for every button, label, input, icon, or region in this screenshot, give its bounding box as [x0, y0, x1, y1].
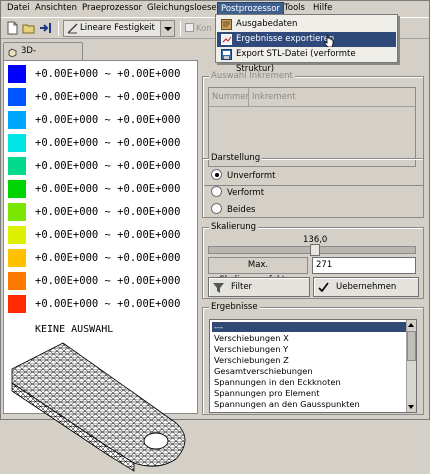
3d-viewport[interactable]: +0.00E+000 ~ +0.00E+000 +0.00E+000 ~ +0.0… [3, 60, 198, 472]
radio-verformt[interactable]: Verformt [211, 186, 264, 200]
legend-range-text: +0.00E+000 ~ +0.00E+000 [35, 91, 181, 103]
scroll-up-icon[interactable] [407, 320, 416, 330]
filter-button[interactable]: Filter [208, 277, 310, 297]
legend-color-swatch [8, 295, 26, 313]
legend-color-swatch [8, 203, 26, 221]
legend-range-text: +0.00E+000 ~ +0.00E+000 [35, 275, 181, 287]
analysis-type-value: Lineare Festigkeit [80, 23, 155, 33]
menu-item-label: Ergebnisse exportieren [236, 34, 335, 44]
legend-range-text: +0.00E+000 ~ +0.00E+000 [35, 114, 181, 126]
darstellung-group: Darstellung Unverformt Verformt Beides [202, 153, 424, 218]
list-item[interactable]: Spannungen in den Eckknoten [212, 377, 408, 387]
legend-color-swatch [8, 272, 26, 290]
group-title: Skalierung [209, 222, 258, 232]
legend-color-swatch [8, 88, 26, 106]
kontakt-label: Kon [196, 24, 212, 34]
max-scale-label: Max. Skalierungsfaktor: [208, 257, 308, 285]
results-scrollbar[interactable] [406, 320, 416, 412]
legend-color-swatch [8, 65, 26, 83]
legend-range-text: +0.00E+000 ~ +0.00E+000 [35, 298, 181, 310]
analysis-icon [67, 23, 78, 34]
export-results-icon [221, 34, 232, 45]
menu-gleichungsloeser[interactable]: Gleichungsloeser [144, 2, 223, 15]
list-item[interactable]: Verschiebungen Y [212, 344, 408, 354]
legend-color-swatch [8, 157, 26, 175]
max-scale-input[interactable]: 271 [312, 257, 416, 274]
scrollbar-thumb[interactable] [407, 331, 416, 361]
legend-color-swatch [8, 226, 26, 244]
column-header-nummer[interactable]: Nummer [209, 88, 249, 107]
uebernehmen-button[interactable]: Uebernehmen [313, 277, 419, 297]
output-data-icon [221, 19, 232, 30]
group-title: Darstellung [209, 153, 263, 163]
list-item[interactable]: Spannungen an den Gausspunkten [212, 399, 408, 409]
cube-icon [8, 47, 17, 58]
postprozessor-menu: Ausgabedaten Ergebnisse exportieren Expo… [215, 14, 398, 74]
selection-status: KEINE AUSWAHL [35, 324, 114, 335]
scale-slider-handle[interactable] [310, 244, 320, 256]
column-header-inkrement[interactable]: Inkrement [249, 88, 415, 107]
import-arrow-icon[interactable] [39, 21, 53, 35]
results-listbox[interactable]: --- Verschiebungen X Verschiebungen Y Versc… [209, 319, 417, 413]
scroll-down-icon[interactable] [407, 402, 416, 412]
menu-praeprozessor[interactable]: Praeprozessor [79, 2, 145, 15]
analysis-type-select[interactable]: Lineare Festigkeit [63, 20, 175, 37]
radio-unverformt[interactable]: Unverformt [211, 169, 276, 183]
open-folder-icon[interactable] [22, 21, 36, 35]
toolbar-separator [180, 21, 181, 36]
toolbar-separator [58, 21, 59, 36]
group-title: Ergebnisse [209, 302, 260, 312]
list-item[interactable]: Spannungen pro Element [212, 388, 408, 398]
stl-export-icon [221, 49, 232, 60]
filter-icon [213, 282, 224, 293]
legend-range-text: +0.00E+000 ~ +0.00E+000 [35, 137, 181, 149]
chevron-down-icon[interactable] [160, 21, 174, 36]
radio-beides[interactable]: Beides [211, 203, 255, 217]
list-item[interactable]: Verschiebungen Z [212, 355, 408, 365]
menu-item-ergebnisse-exportieren[interactable]: Ergebnisse exportieren [217, 32, 396, 48]
legend-range-text: +0.00E+000 ~ +0.00E+000 [35, 206, 181, 218]
menu-datei[interactable]: Datei [4, 2, 33, 15]
tab-3d-darstellung[interactable]: 3D-Darstellung [3, 42, 83, 72]
legend-color-swatch [8, 180, 26, 198]
menu-ansichten[interactable]: Ansichten [32, 2, 80, 15]
menu-item-ausgabedaten[interactable]: Ausgabedaten [217, 17, 396, 32]
legend-color-swatch [8, 111, 26, 129]
radio-label: Verformt [227, 188, 265, 198]
legend-range-text: +0.00E+000 ~ +0.00E+000 [35, 68, 181, 80]
legend-color-swatch [8, 134, 26, 152]
legend-range-text: +0.00E+000 ~ +0.00E+000 [35, 183, 181, 195]
legend-color-swatch [8, 249, 26, 267]
kontakt-checkbox[interactable]: Kon [185, 23, 212, 34]
ergebnisse-group: Ergebnisse --- Verschiebungen X Verschiebu… [202, 302, 424, 415]
list-item[interactable]: Verschiebungen X [212, 333, 408, 343]
new-file-icon[interactable] [5, 21, 19, 35]
legend-range-text: +0.00E+000 ~ +0.00E+000 [35, 252, 181, 264]
list-item[interactable]: --- [212, 322, 408, 332]
radio-label: Beides [227, 205, 256, 215]
list-item[interactable]: Gesamtverschiebungen [212, 366, 408, 376]
radio-label: Unverformt [227, 171, 276, 181]
menu-item-export-stl[interactable]: Export STL-Datei (verformte Struktur) [217, 47, 396, 74]
button-label: Uebernehmen [336, 282, 397, 292]
legend-range-text: +0.00E+000 ~ +0.00E+000 [35, 160, 181, 172]
skalierung-group: Skalierung 136,0 Max. Skalierungsfaktor:… [202, 222, 424, 299]
right-panel: Auswahl Inkrement Nummer Inkrement Darst… [198, 60, 428, 418]
menu-item-label: Ausgabedaten [236, 19, 298, 29]
legend-range-text: +0.00E+000 ~ +0.00E+000 [35, 229, 181, 241]
checkmark-icon [318, 282, 329, 293]
button-label: Filter [231, 282, 253, 292]
mesh-model[interactable] [8, 339, 196, 474]
